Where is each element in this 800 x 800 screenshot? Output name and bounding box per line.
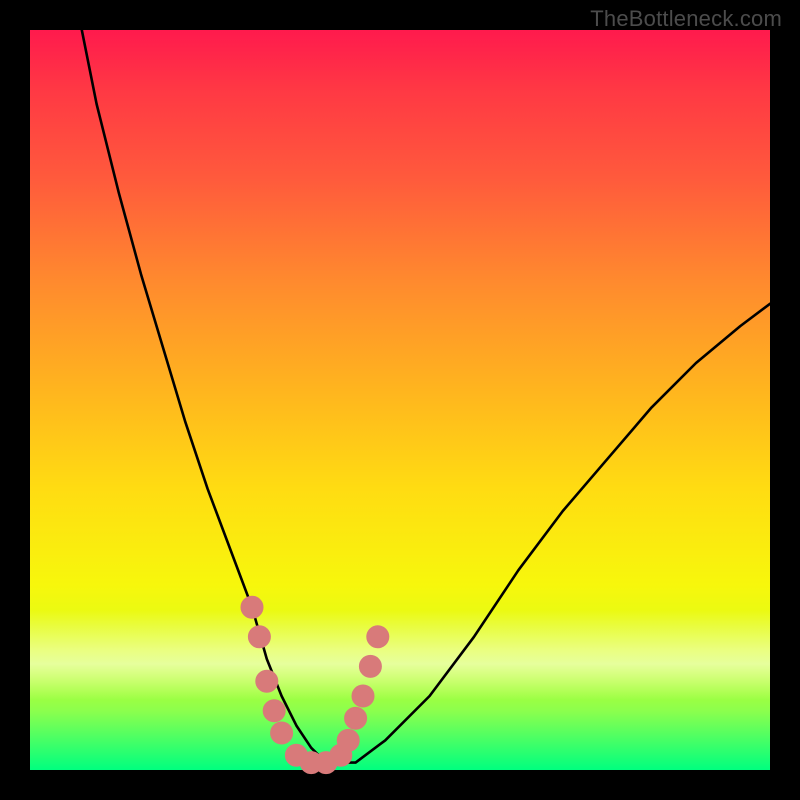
plot-area (30, 30, 770, 770)
marker-dot (271, 722, 293, 744)
curve-layer (30, 30, 770, 770)
marker-dot (345, 707, 367, 729)
marker-dot (337, 729, 359, 751)
marker-dot (256, 670, 278, 692)
chart-frame: TheBottleneck.com (0, 0, 800, 800)
watermark-text: TheBottleneck.com (590, 6, 782, 32)
marker-dot (359, 655, 381, 677)
marker-dot (263, 700, 285, 722)
marker-dot (241, 596, 263, 618)
marker-dot (248, 626, 270, 648)
bottleneck-curve (82, 30, 770, 763)
marker-dot (367, 626, 389, 648)
marker-group (241, 596, 389, 773)
marker-dot (352, 685, 374, 707)
